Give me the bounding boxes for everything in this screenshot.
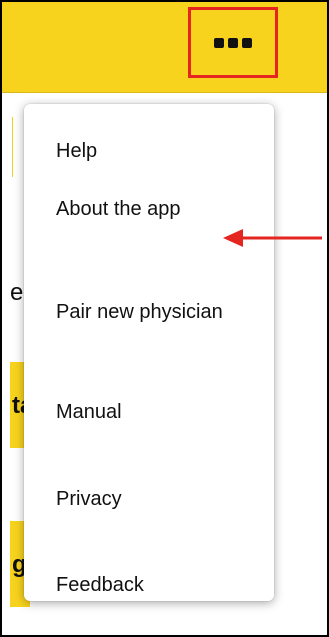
app-header	[2, 2, 327, 93]
menu-item-pair-physician[interactable]: Pair new physician	[56, 301, 223, 324]
overflow-menu: Help About the app Pair new physician Ma…	[24, 104, 274, 601]
menu-item-manual[interactable]: Manual	[56, 401, 122, 424]
menu-item-feedback[interactable]: Feedback	[56, 574, 144, 597]
background-text-fragment: e	[10, 279, 24, 306]
menu-item-privacy[interactable]: Privacy	[56, 488, 122, 511]
more-horizontal-icon-dot-2	[228, 37, 238, 48]
more-horizontal-icon	[214, 37, 224, 48]
more-options-button[interactable]	[188, 7, 278, 78]
annotation-arrow-icon	[223, 229, 322, 247]
more-horizontal-icon-dot-3	[242, 37, 252, 48]
menu-item-about[interactable]: About the app	[56, 198, 181, 221]
phone-screen: e ta g Help About the app Pair new physi…	[0, 0, 329, 637]
menu-item-help[interactable]: Help	[56, 140, 97, 163]
